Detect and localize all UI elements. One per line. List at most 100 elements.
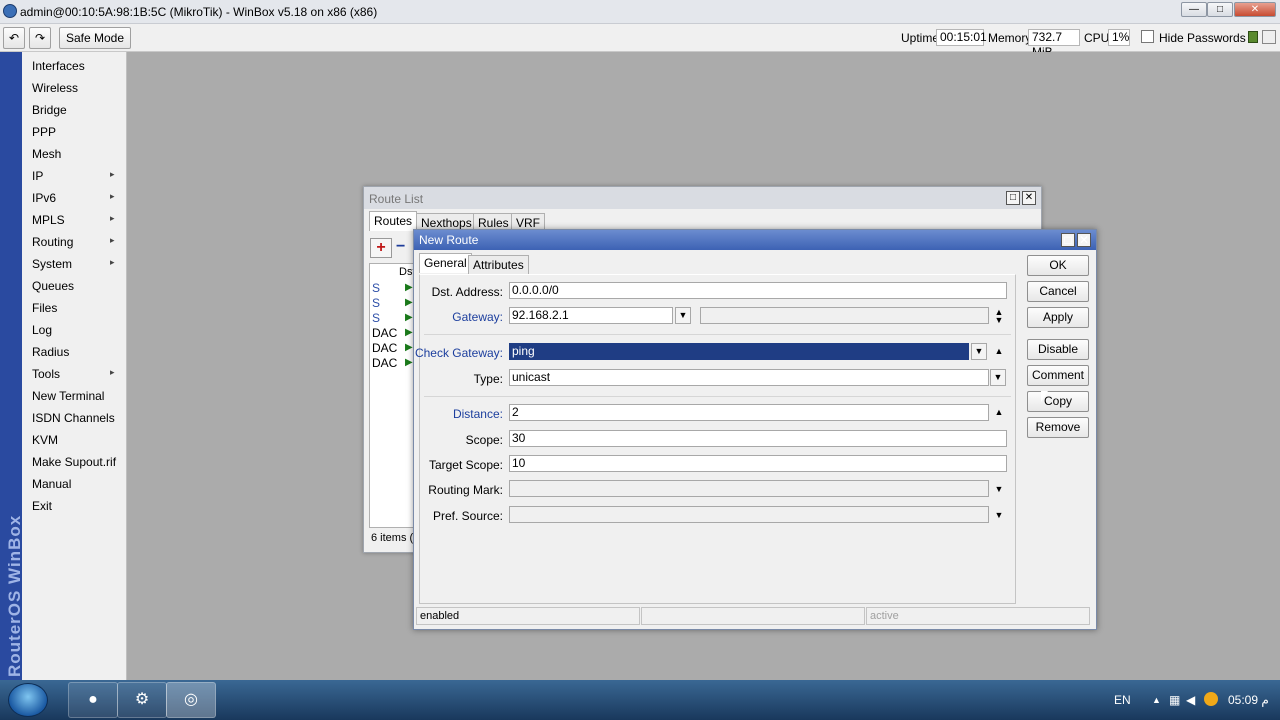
updown-icon[interactable]: ▲ ▼ (992, 308, 1006, 325)
brand-strip: RouterOS WinBox (0, 52, 24, 680)
undo-button[interactable]: ↶ (3, 27, 25, 49)
redo-button[interactable]: ↷ (29, 27, 51, 49)
gateway-dropdown-icon[interactable]: ▼ (675, 307, 691, 324)
clock[interactable]: 05:09 م (1228, 693, 1269, 707)
scroll-icon[interactable] (1262, 30, 1276, 44)
menu-item-wireless[interactable]: Wireless (32, 81, 78, 95)
main-menu: Interfaces Wireless Bridge PPP Mesh IP ▸… (22, 52, 127, 680)
menu-item-manual[interactable]: Manual (32, 477, 71, 491)
hide-passwords-checkbox[interactable] (1141, 30, 1154, 43)
table-row[interactable]: DAC (372, 341, 397, 355)
menu-item-mesh[interactable]: Mesh (32, 147, 61, 161)
volume-icon[interactable]: ◀ (1186, 693, 1195, 707)
target-scope-input[interactable]: 10 (509, 455, 1007, 472)
add-button[interactable]: + (370, 238, 392, 258)
menu-item-routing[interactable]: Routing (32, 235, 73, 249)
tray-app-icon[interactable] (1204, 692, 1218, 706)
collapse-up-icon[interactable]: ▲ (992, 408, 1006, 425)
type-dropdown-icon[interactable]: ▼ (990, 369, 1006, 386)
taskbar: ● ⚙ ◎ EN ▲ ▦ ◀ 05:09 م (0, 680, 1280, 720)
table-row[interactable]: DAC (372, 356, 397, 370)
dropdown-icon[interactable]: ▼ (992, 485, 1006, 502)
remove-button[interactable]: Remove (1027, 417, 1089, 438)
menu-item-isdn-channels[interactable]: ISDN Channels (32, 411, 115, 425)
new-route-title: New Route (419, 233, 479, 247)
new-route-window: New Route □ ✕ General Attributes Dst. Ad… (413, 229, 1097, 630)
submenu-arrow-icon: ▸ (110, 235, 115, 245)
gateway-input[interactable]: 92.168.2.1 (509, 307, 673, 324)
menu-item-kvm[interactable]: KVM (32, 433, 58, 447)
remove-button[interactable]: − (396, 238, 414, 258)
menu-item-ip[interactable]: IP (32, 169, 43, 183)
submenu-arrow-icon: ▸ (110, 367, 115, 377)
dropdown-icon[interactable]: ▼ (992, 511, 1006, 528)
language-indicator[interactable]: EN (1114, 693, 1131, 707)
check-gateway-dropdown-icon[interactable]: ▼ (971, 343, 987, 360)
winbox-icon[interactable]: ◎ (166, 682, 216, 718)
menu-item-make-supout[interactable]: Make Supout.rif (32, 455, 116, 469)
cancel-button[interactable]: Cancel (1027, 281, 1089, 302)
menu-item-queues[interactable]: Queues (32, 279, 74, 293)
distance-input[interactable]: 2 (509, 404, 989, 421)
collapse-up-icon[interactable]: ▲ (992, 347, 1006, 364)
divider (424, 334, 1011, 335)
table-row[interactable]: S (372, 311, 380, 325)
maximize-icon[interactable]: □ (1061, 233, 1075, 247)
menu-item-files[interactable]: Files (32, 301, 57, 315)
table-row[interactable]: S (372, 281, 380, 295)
menu-item-exit[interactable]: Exit (32, 499, 52, 513)
app-icon[interactable]: ⚙ (117, 682, 167, 718)
submenu-arrow-icon: ▸ (110, 169, 115, 179)
menu-item-mpls[interactable]: MPLS (32, 213, 65, 227)
menu-item-system[interactable]: System (32, 257, 72, 271)
menu-item-ppp[interactable]: PPP (32, 125, 56, 139)
network-icon[interactable]: ▦ (1169, 693, 1180, 707)
type-label: Type: (473, 372, 503, 386)
tab-general[interactable]: General (419, 253, 472, 273)
table-row[interactable]: DAC (372, 326, 397, 340)
table-row[interactable]: S (372, 296, 380, 310)
hide-passwords-label: Hide Passwords (1159, 31, 1246, 45)
uptime-value: 00:15:01 (936, 29, 987, 46)
menu-item-tools[interactable]: Tools (32, 367, 60, 381)
gateway-label: Gateway: (452, 310, 503, 324)
divider (424, 396, 1011, 397)
scope-input[interactable]: 30 (509, 430, 1007, 447)
maximize-icon[interactable]: □ (1006, 191, 1020, 205)
copy-button[interactable]: Copy (1027, 391, 1089, 412)
routing-mark-label: Routing Mark: (428, 483, 503, 497)
close-icon[interactable]: ✕ (1077, 233, 1091, 247)
start-button[interactable] (8, 683, 48, 717)
minimize-button[interactable]: — (1181, 2, 1207, 17)
dst-address-input[interactable]: 0.0.0.0/0 (509, 282, 1007, 299)
routing-mark-select[interactable] (509, 480, 989, 497)
close-icon[interactable]: ✕ (1022, 191, 1036, 205)
dst-address-label: Dst. Address: (431, 285, 503, 299)
new-route-titlebar[interactable]: New Route □ ✕ (414, 230, 1096, 250)
type-select[interactable]: unicast (509, 369, 989, 386)
safe-mode-button[interactable]: Safe Mode (59, 27, 131, 49)
menu-item-radius[interactable]: Radius (32, 345, 69, 359)
show-hidden-icons-icon[interactable]: ▲ (1152, 695, 1161, 705)
apply-button[interactable]: Apply (1027, 307, 1089, 328)
menu-item-bridge[interactable]: Bridge (32, 103, 67, 117)
tab-routes[interactable]: Routes (369, 211, 418, 231)
maximize-button[interactable]: □ (1207, 2, 1233, 17)
disable-button[interactable]: Disable (1027, 339, 1089, 360)
pref-source-label: Pref. Source: (432, 509, 503, 523)
close-button[interactable]: ✕ (1234, 2, 1276, 17)
route-table: Dst S ▶ S ▶ S ▶ DAC ▶ DAC ▶ DAC ▶ (369, 263, 416, 528)
browser-icon[interactable]: ● (68, 682, 118, 718)
menu-item-log[interactable]: Log (32, 323, 52, 337)
comment-button[interactable]: Comment (1027, 365, 1089, 386)
tab-attributes[interactable]: Attributes (468, 255, 529, 275)
menu-item-new-terminal[interactable]: New Terminal (32, 389, 104, 403)
menu-item-ipv6[interactable]: IPv6 (32, 191, 56, 205)
pref-source-select[interactable] (509, 506, 989, 523)
check-gateway-select[interactable]: ping (509, 343, 969, 360)
menu-item-interfaces[interactable]: Interfaces (32, 59, 85, 73)
gateway-extra-input[interactable] (700, 307, 989, 324)
toolbar: ↶ ↷ Safe Mode Uptime: 00:15:01 Memory: 7… (0, 24, 1280, 59)
ok-button[interactable]: OK (1027, 255, 1089, 276)
route-list-titlebar[interactable]: Route List □ ✕ (364, 187, 1041, 209)
